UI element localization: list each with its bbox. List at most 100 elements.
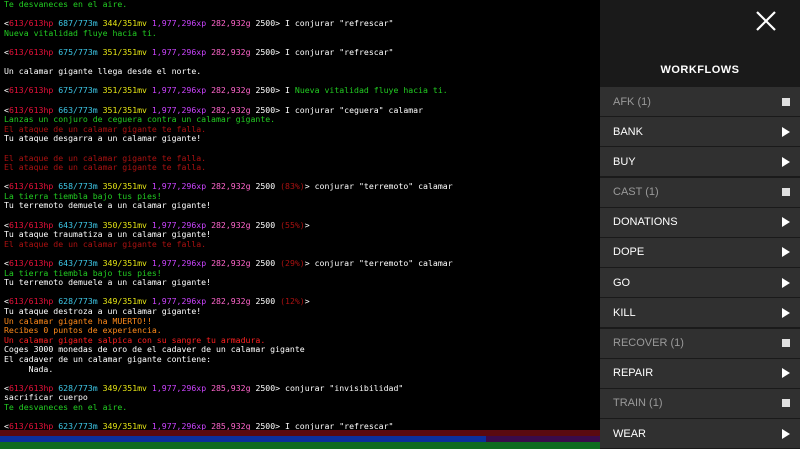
stop-icon[interactable] [782, 97, 790, 106]
terminal-text-segment: 613/613hp [8, 18, 54, 29]
terminal-line: Tu terremoto demuele a un calamar gigant… [4, 201, 600, 211]
terminal-text-segment: (29%) [280, 258, 305, 269]
terminal-text-segment: 350/351mv [97, 219, 147, 230]
stop-icon[interactable] [782, 339, 790, 347]
terminal-text-segment: 628/773m [53, 382, 98, 393]
stop-icon[interactable] [782, 399, 790, 408]
terminal-line: El cadaver de un calamar gigante contien… [4, 353, 600, 365]
terminal-text-segment: 2500> I conjurar "refrescar" [250, 18, 394, 29]
workflow-item-label: BANK [613, 125, 643, 138]
workflow-item-train[interactable]: TRAIN (1) [600, 388, 800, 418]
terminal-text-segment: 613/613hp [8, 46, 54, 57]
terminal-text-segment: 282,932g [206, 219, 251, 230]
terminal-text-segment: 282,932g [206, 46, 251, 57]
terminal-text-segment: 344/351mv [97, 18, 147, 29]
terminal-line: El ataque de un calamar gigante te falla… [4, 239, 600, 250]
workflow-item-buy[interactable]: BUY [600, 147, 800, 177]
workflows-panel: WORKFLOWS AFK (1) BANK BUY CAST (1) DONATION… [600, 0, 800, 449]
terminal-text-segment: Un calamar gigante llega desde el norte. [4, 66, 202, 77]
workflow-item-label: CAST (1) [613, 186, 659, 199]
terminal-text-segment: 1,977,296xp [146, 85, 207, 96]
close-icon[interactable] [754, 9, 778, 33]
terminal-text-segment: 351/351mv [97, 85, 147, 96]
terminal-text-segment: sacrificar cuerpo [4, 392, 88, 403]
terminal-text-segment: Lanzas un conjuro de ceguera contra un c… [4, 114, 276, 125]
workflow-item-recover[interactable]: RECOVER (1) [600, 328, 800, 358]
workflow-item-donations[interactable]: DONATIONS [600, 207, 800, 237]
terminal-text-segment: Un calamar gigante ha MUERTO!! [4, 315, 152, 326]
terminal-text-segment: (83%) [280, 181, 305, 192]
workflow-item-go[interactable]: GO [600, 268, 800, 298]
stop-icon[interactable] [782, 188, 790, 197]
terminal-text-segment: 282,932g [206, 258, 251, 269]
terminal-text-segment: Coges 3000 monedas de oro de el cadaver … [4, 344, 305, 355]
play-icon[interactable] [782, 217, 790, 228]
terminal-text-segment: Te desvaneces en el aire. [4, 0, 128, 9]
terminal-text-segment: 2500> I conjurar "ceguera" calamar [250, 104, 424, 115]
terminal-text-segment: 2500 [250, 258, 281, 269]
terminal-text-segment: 643/773m [53, 258, 98, 269]
terminal-text-segment: Recibes 0 puntos de experiencia. [4, 325, 162, 336]
terminal-text-segment: 675/773m [53, 85, 98, 96]
workflow-item-label: DOPE [613, 246, 645, 259]
terminal-line: <613/613hp 675/773m 351/351mv 1,977,296x… [4, 46, 600, 58]
play-icon[interactable] [782, 247, 790, 258]
terminal-line: El ataque de un calamar gigante te falla… [4, 162, 600, 173]
terminal-text-segment: 613/613hp [8, 85, 54, 96]
workflow-item-afk[interactable]: AFK (1) [600, 87, 800, 116]
play-icon[interactable] [782, 368, 790, 379]
terminal-line: Un calamar gigante llega desde el norte. [4, 66, 600, 77]
terminal-text-segment: 2500> I conjurar "refrescar" [250, 46, 394, 57]
terminal-text-segment: > conjurar "terremoto" calamar [304, 181, 453, 192]
terminal-text-segment: Tu ataque desgarra a un calamar gigante! [4, 133, 202, 144]
terminal-text-segment: 349/351mv [97, 296, 147, 307]
terminal-text-segment: La tierra tiembla bajo tus pies! [4, 190, 162, 201]
terminal-text-segment: La tierra tiembla bajo tus pies! [4, 267, 162, 278]
workflow-item-label: TRAIN (1) [613, 397, 663, 410]
workflow-item-cast[interactable]: CAST (1) [600, 177, 800, 207]
terminal-text-segment: 282,932g [206, 104, 251, 115]
workflow-item-repair[interactable]: REPAIR [600, 358, 800, 388]
terminal-text-segment: 1,977,296xp [146, 382, 207, 393]
terminal-text-segment: Nueva vitalidad fluye hacia ti. [4, 27, 157, 38]
terminal-text-segment: 613/613hp [8, 104, 54, 115]
play-icon[interactable] [782, 428, 790, 439]
play-icon[interactable] [782, 156, 790, 167]
terminal-text-segment: 675/773m [53, 46, 98, 57]
play-icon[interactable] [782, 277, 790, 288]
terminal-text-segment: 623/773m [53, 421, 98, 430]
terminal-text-segment: El ataque de un calamar gigante te falla… [4, 123, 207, 134]
terminal-text-segment: > conjurar "terremoto" calamar [304, 258, 453, 269]
terminal-text-segment: 1,977,296xp [146, 219, 207, 230]
terminal-text-segment: > [304, 219, 310, 230]
mud-terminal-output: Te desvaneces en el aire. <613/613hp 687/… [0, 0, 600, 430]
terminal-text-segment: > [304, 296, 310, 307]
terminal-text-segment: (55%) [280, 219, 305, 230]
terminal-text-segment: 1,977,296xp [146, 46, 207, 57]
terminal-text-segment: 2500> I [250, 85, 295, 96]
terminal-text-segment: 282,932g [206, 85, 251, 96]
workflow-item-label: RECOVER (1) [613, 337, 684, 349]
terminal-text-segment: El ataque de un calamar gigante te falla… [4, 162, 207, 173]
play-icon[interactable] [782, 307, 790, 318]
terminal-text-segment: 351/351mv [97, 104, 147, 115]
terminal-text-segment: (12%) [280, 296, 305, 307]
terminal-text-segment: 613/613hp [8, 421, 54, 430]
terminal-line: Tu terremoto demuele a un calamar gigant… [4, 277, 600, 288]
terminal-text-segment: 658/773m [53, 181, 98, 192]
terminal-line: <613/613hp 623/773m 349/351mv 1,977,296x… [4, 421, 600, 430]
terminal-text-segment: El cadaver de un calamar gigante contien… [4, 353, 212, 364]
terminal-text-segment: 285,932g [206, 421, 251, 430]
workflow-item-dope[interactable]: DOPE [600, 237, 800, 267]
play-icon[interactable] [782, 126, 790, 137]
workflow-item-label: BUY [613, 155, 636, 168]
workflow-item-kill[interactable]: KILL [600, 298, 800, 328]
terminal-text-segment: 663/773m [53, 104, 98, 115]
workflow-item-wear[interactable]: WEAR [600, 419, 800, 449]
terminal-text-segment: Tu ataque traumatiza a un calamar gigant… [4, 229, 212, 240]
workflow-item-label: AFK (1) [613, 95, 651, 108]
terminal-text-segment: 349/351mv [97, 382, 147, 393]
workflow-item-bank[interactable]: BANK [600, 117, 800, 147]
terminal-text-segment: 1,977,296xp [146, 181, 207, 192]
workflow-item-label: WEAR [613, 427, 646, 440]
